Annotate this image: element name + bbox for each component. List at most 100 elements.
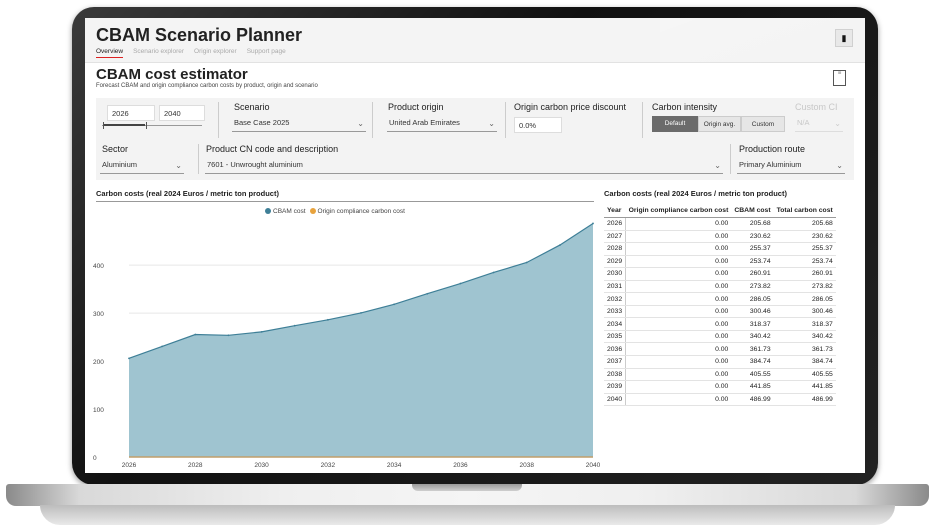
legend-dot-origin [309, 208, 316, 215]
col-header-total-cost[interactable]: Total carbon cost [773, 204, 836, 218]
cell-total-cost: 273.82 [773, 280, 836, 294]
cell-cbam-cost: 318.37 [731, 317, 774, 331]
legend-label-cbam: CBAM cost [273, 208, 306, 215]
cell-cbam-cost: 253.74 [731, 255, 774, 269]
cell-year: 2038 [604, 368, 627, 382]
cell-total-cost: 260.91 [773, 267, 836, 281]
scenario-select[interactable]: Base Case 2025 ⌄ [232, 118, 366, 132]
tab-overview[interactable]: Overview [96, 48, 124, 58]
cn-label: Product CN code and description [206, 144, 339, 154]
document-icon[interactable]: ≡ [833, 70, 846, 86]
cbam-point [360, 312, 362, 314]
laptop-notch [412, 484, 522, 491]
cbam-point [558, 244, 561, 246]
chart-title: Carbon costs (real 2024 Euros / metric t… [96, 189, 279, 198]
cell-cbam-cost: 273.82 [731, 280, 774, 294]
x-tick-label: 2036 [453, 462, 468, 469]
year-end-input[interactable]: 2040 [159, 105, 205, 121]
cell-total-cost: 300.46 [773, 305, 836, 319]
origin-select[interactable]: United Arab Emirates ⌄ [387, 118, 497, 132]
cell-origin-cost: 0.00 [625, 230, 732, 244]
custom-ci-select[interactable]: N/A ⌄ [795, 118, 843, 132]
chart-title-rule [96, 201, 594, 202]
intensity-label: Carbon intensity [652, 102, 718, 112]
col-header-cbam-cost[interactable]: CBAM cost [731, 204, 774, 218]
cell-total-cost: 441.85 [773, 380, 836, 394]
x-tick-label: 2038 [519, 462, 534, 469]
chevron-down-icon: ⌄ [175, 161, 182, 170]
cbam-point [426, 292, 429, 295]
tab-bar: Overview Scenario explorer Origin explor… [96, 48, 286, 58]
route-select[interactable]: Primary Aluminium ⌄ [737, 160, 845, 174]
year-slider-end-handle[interactable] [146, 122, 147, 129]
cell-year: 2037 [604, 355, 627, 369]
cbam-point [459, 282, 462, 285]
intensity-origin-avg-button[interactable]: Origin avg. [698, 116, 741, 132]
chevron-down-icon: ⌄ [714, 161, 721, 170]
screen: CBAM Scenario Planner ▮ Overview Scenari… [85, 18, 865, 473]
cell-year: 2036 [604, 342, 627, 356]
cell-origin-cost: 0.00 [625, 292, 732, 306]
tab-origin-explorer[interactable]: Origin explorer [194, 48, 237, 58]
cell-year: 2035 [604, 330, 627, 344]
chevron-down-icon: ⌄ [834, 119, 841, 128]
legend-dot-cbam [265, 208, 271, 215]
cell-total-cost: 255.37 [773, 242, 836, 256]
tab-scenario-explorer[interactable]: Scenario explorer [133, 48, 184, 58]
legend-item-origin[interactable]: Origin compliance carbon cost [309, 208, 405, 215]
col-header-year[interactable]: Year [604, 204, 626, 218]
chevron-down-icon: ⌄ [357, 119, 364, 128]
table-row: 2028 0.00 255.37 255.37 [604, 242, 836, 256]
divider [730, 144, 731, 174]
cn-value: 7601 - Unwrought aluminium [207, 160, 303, 169]
table-row: 2037 0.00 384.74 384.74 [604, 355, 836, 369]
table-title: Carbon costs (real 2024 Euros / metric t… [604, 189, 787, 198]
intensity-default-button[interactable]: Default [652, 116, 698, 132]
table-row: 2029 0.00 253.74 253.74 [604, 255, 836, 269]
year-start-input[interactable]: 2026 [107, 105, 155, 121]
route-value: Primary Aluminium [739, 160, 802, 169]
legend-item-cbam[interactable]: CBAM cost [265, 208, 306, 215]
cell-cbam-cost: 405.55 [731, 368, 774, 382]
estimator-header: CBAM cost estimator Forecast CBAM and or… [96, 66, 854, 89]
cell-year: 2030 [604, 267, 627, 281]
year-slider-start-handle[interactable] [103, 122, 104, 129]
section-subtitle: Forecast CBAM and origin compliance carb… [96, 83, 318, 89]
chart-legend: CBAM cost Origin compliance carbon cost [265, 208, 405, 215]
cell-year: 2039 [604, 380, 627, 394]
y-tick-label: 200 [93, 359, 104, 366]
cell-total-cost: 361.73 [773, 342, 836, 356]
sector-select[interactable]: Aluminium ⌄ [100, 160, 184, 174]
scenario-value: Base Case 2025 [234, 118, 290, 127]
discount-input[interactable]: 0.0% [514, 117, 562, 133]
table-row: 2040 0.00 486.99 486.99 [604, 393, 836, 407]
divider [642, 102, 643, 138]
cbam-area [129, 223, 593, 457]
cell-year: 2034 [604, 317, 627, 331]
laptop-base-shadow [40, 505, 895, 525]
x-tick-label: 2032 [321, 462, 336, 469]
custom-ci-value: N/A [797, 118, 810, 127]
col-header-origin-cost[interactable]: Origin compliance carbon cost [625, 204, 732, 218]
cell-total-cost: 384.74 [773, 355, 836, 369]
tab-support-page[interactable]: Support page [247, 48, 286, 58]
cell-year: 2027 [604, 230, 627, 244]
scenario-label: Scenario [234, 102, 270, 112]
table-row: 2027 0.00 230.62 230.62 [604, 230, 836, 244]
legend-label-origin: Origin compliance carbon cost [317, 208, 405, 215]
cell-year: 2033 [604, 305, 627, 319]
x-tick-label: 2040 [586, 462, 600, 469]
cell-origin-cost: 0.00 [625, 368, 732, 382]
intensity-custom-button[interactable]: Custom [741, 116, 785, 132]
cell-origin-cost: 0.00 [625, 242, 732, 256]
section-title: CBAM cost estimator [96, 66, 248, 83]
cbam-point [525, 261, 528, 264]
divider [198, 144, 199, 174]
bookmark-icon[interactable]: ▮ [835, 29, 853, 47]
cn-select[interactable]: 7601 - Unwrought aluminium ⌄ [205, 160, 723, 174]
origin-label: Product origin [388, 102, 444, 112]
cell-total-cost: 486.99 [773, 393, 836, 407]
cell-cbam-cost: 384.74 [731, 355, 774, 369]
cbam-point [260, 330, 263, 333]
cell-cbam-cost: 441.85 [731, 380, 774, 394]
